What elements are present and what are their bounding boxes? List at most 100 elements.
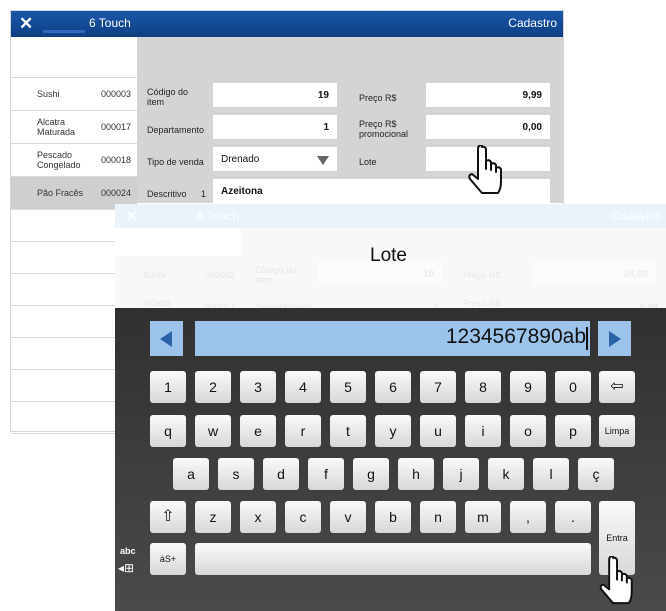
key-p[interactable]: p [555,415,591,447]
key-0[interactable]: 0 [555,371,591,403]
codigo-label: Código do item [147,87,189,107]
preco-field[interactable]: 9,99 [426,83,550,107]
departamento-field[interactable]: 1 [213,115,337,139]
key-q[interactable]: q [150,415,186,447]
product-name: Alcatra Maturada [37,117,76,137]
ghost-product-code: 000003 [205,270,236,280]
lote-label: Lote [359,157,377,167]
key-l[interactable]: l [533,458,569,490]
key-5[interactable]: 5 [330,371,366,403]
title-tab-indicator [43,30,85,33]
keyboard-window: ✕ 6 Touch Cadastro Sushi 000003 Código d… [115,204,666,611]
key-w[interactable]: w [195,415,231,447]
key-3[interactable]: 3 [240,371,276,403]
virtual-keyboard: 1234567890ab 1 2 3 4 5 6 7 8 9 0 ⇦ q w e… [115,308,666,611]
hand-pointer-icon [468,145,502,194]
app-title: 6 Touch [197,209,239,223]
ghost-price-label: Preço R$ [463,298,501,308]
key-b[interactable]: b [375,501,411,533]
key-n[interactable]: n [420,501,456,533]
key-g[interactable]: g [353,458,389,490]
key-d[interactable]: d [263,458,299,490]
language-switch-icon[interactable]: ◂⊞ [118,561,134,575]
codigo-value: 19 [317,90,329,101]
departamento-value: 1 [323,122,329,133]
key-4[interactable]: 4 [285,371,321,403]
keyboard-input[interactable]: 1234567890ab [195,321,590,356]
hand-pointer-icon [599,556,633,605]
preco-label: Preço R$ [359,93,397,103]
list-item[interactable]: Pescado Congelado 000018 [11,144,137,177]
cursor-right-button[interactable] [598,321,631,356]
cursor-left-button[interactable] [150,321,183,356]
arrow-right-icon [609,331,621,347]
key-y[interactable]: y [375,415,411,447]
ghost-value: 24,90 [622,269,648,280]
tipo-label: Tipo de venda [147,157,204,167]
key-o[interactable]: o [510,415,546,447]
key-comma[interactable]: , [510,501,546,533]
promo-label: Preço R$ promocional [359,119,409,139]
product-code: 000024 [101,188,132,198]
key-e[interactable]: e [240,415,276,447]
departamento-label: Departamento [147,125,205,135]
space-key[interactable] [195,543,591,575]
product-name: Sushi [37,89,60,99]
key-2[interactable]: 2 [195,371,231,403]
product-name: Pescado Congelado [37,150,81,170]
key-a[interactable]: a [173,458,209,490]
key-u[interactable]: u [420,415,456,447]
product-code: 000003 [101,89,132,99]
key-z[interactable]: z [195,501,231,533]
clear-key[interactable]: Limpa [599,415,635,447]
key-r[interactable]: r [285,415,321,447]
tipo-dropdown[interactable]: Drenado [213,147,337,171]
section-title: Cadastro [508,16,557,30]
key-v[interactable]: v [330,501,366,533]
product-code: 000018 [101,155,132,165]
key-6[interactable]: 6 [375,371,411,403]
tipo-value: Drenado [221,154,260,165]
dimmed-list-header [115,228,241,256]
input-text: 1234567890ab [445,325,586,348]
key-k[interactable]: k [488,458,524,490]
promo-field[interactable]: 0,00 [426,115,550,139]
close-icon[interactable]: ✕ [125,207,138,225]
symbols-key[interactable]: áS+ [150,543,186,575]
product-name: Pão Fracês [37,188,84,198]
list-item[interactable]: Sushi 000003 [11,78,137,111]
promo-value: 0,00 [522,122,542,133]
key-8[interactable]: 8 [465,371,501,403]
key-i[interactable]: i [465,415,501,447]
input-mode-label[interactable]: abc [120,546,136,556]
key-m[interactable]: m [465,501,501,533]
close-icon[interactable]: ✕ [19,14,33,34]
text-caret [586,327,588,350]
key-s[interactable]: s [218,458,254,490]
key-7[interactable]: 7 [420,371,456,403]
ghost-product-name: Sushi [143,270,166,280]
key-f[interactable]: f [308,458,344,490]
key-t[interactable]: t [330,415,366,447]
arrow-left-icon [160,331,172,347]
ghost-label: Código do item [255,265,297,285]
key-1[interactable]: 1 [150,371,186,403]
list-item[interactable]: Alcatra Maturada 000017 [11,111,137,144]
dimmed-form: Sushi 000003 Código do item 18 Preço R$ … [115,228,666,312]
ghost-value: 18 [422,269,434,280]
key-9[interactable]: 9 [510,371,546,403]
chevron-down-icon [317,156,329,165]
shift-key[interactable]: ⇧ [150,501,186,533]
list-header [11,37,137,78]
backspace-key[interactable]: ⇦ [599,371,635,403]
ghost-field: 24,90 [532,262,656,286]
key-c[interactable]: c [285,501,321,533]
key-j[interactable]: j [443,458,479,490]
key-x[interactable]: x [240,501,276,533]
product-code: 000017 [101,122,132,132]
app-title: 6 Touch [89,16,131,30]
key-h[interactable]: h [398,458,434,490]
key-c-cedilla[interactable]: ç [578,458,614,490]
codigo-field[interactable]: 19 [213,83,337,107]
key-period[interactable]: . [555,501,591,533]
